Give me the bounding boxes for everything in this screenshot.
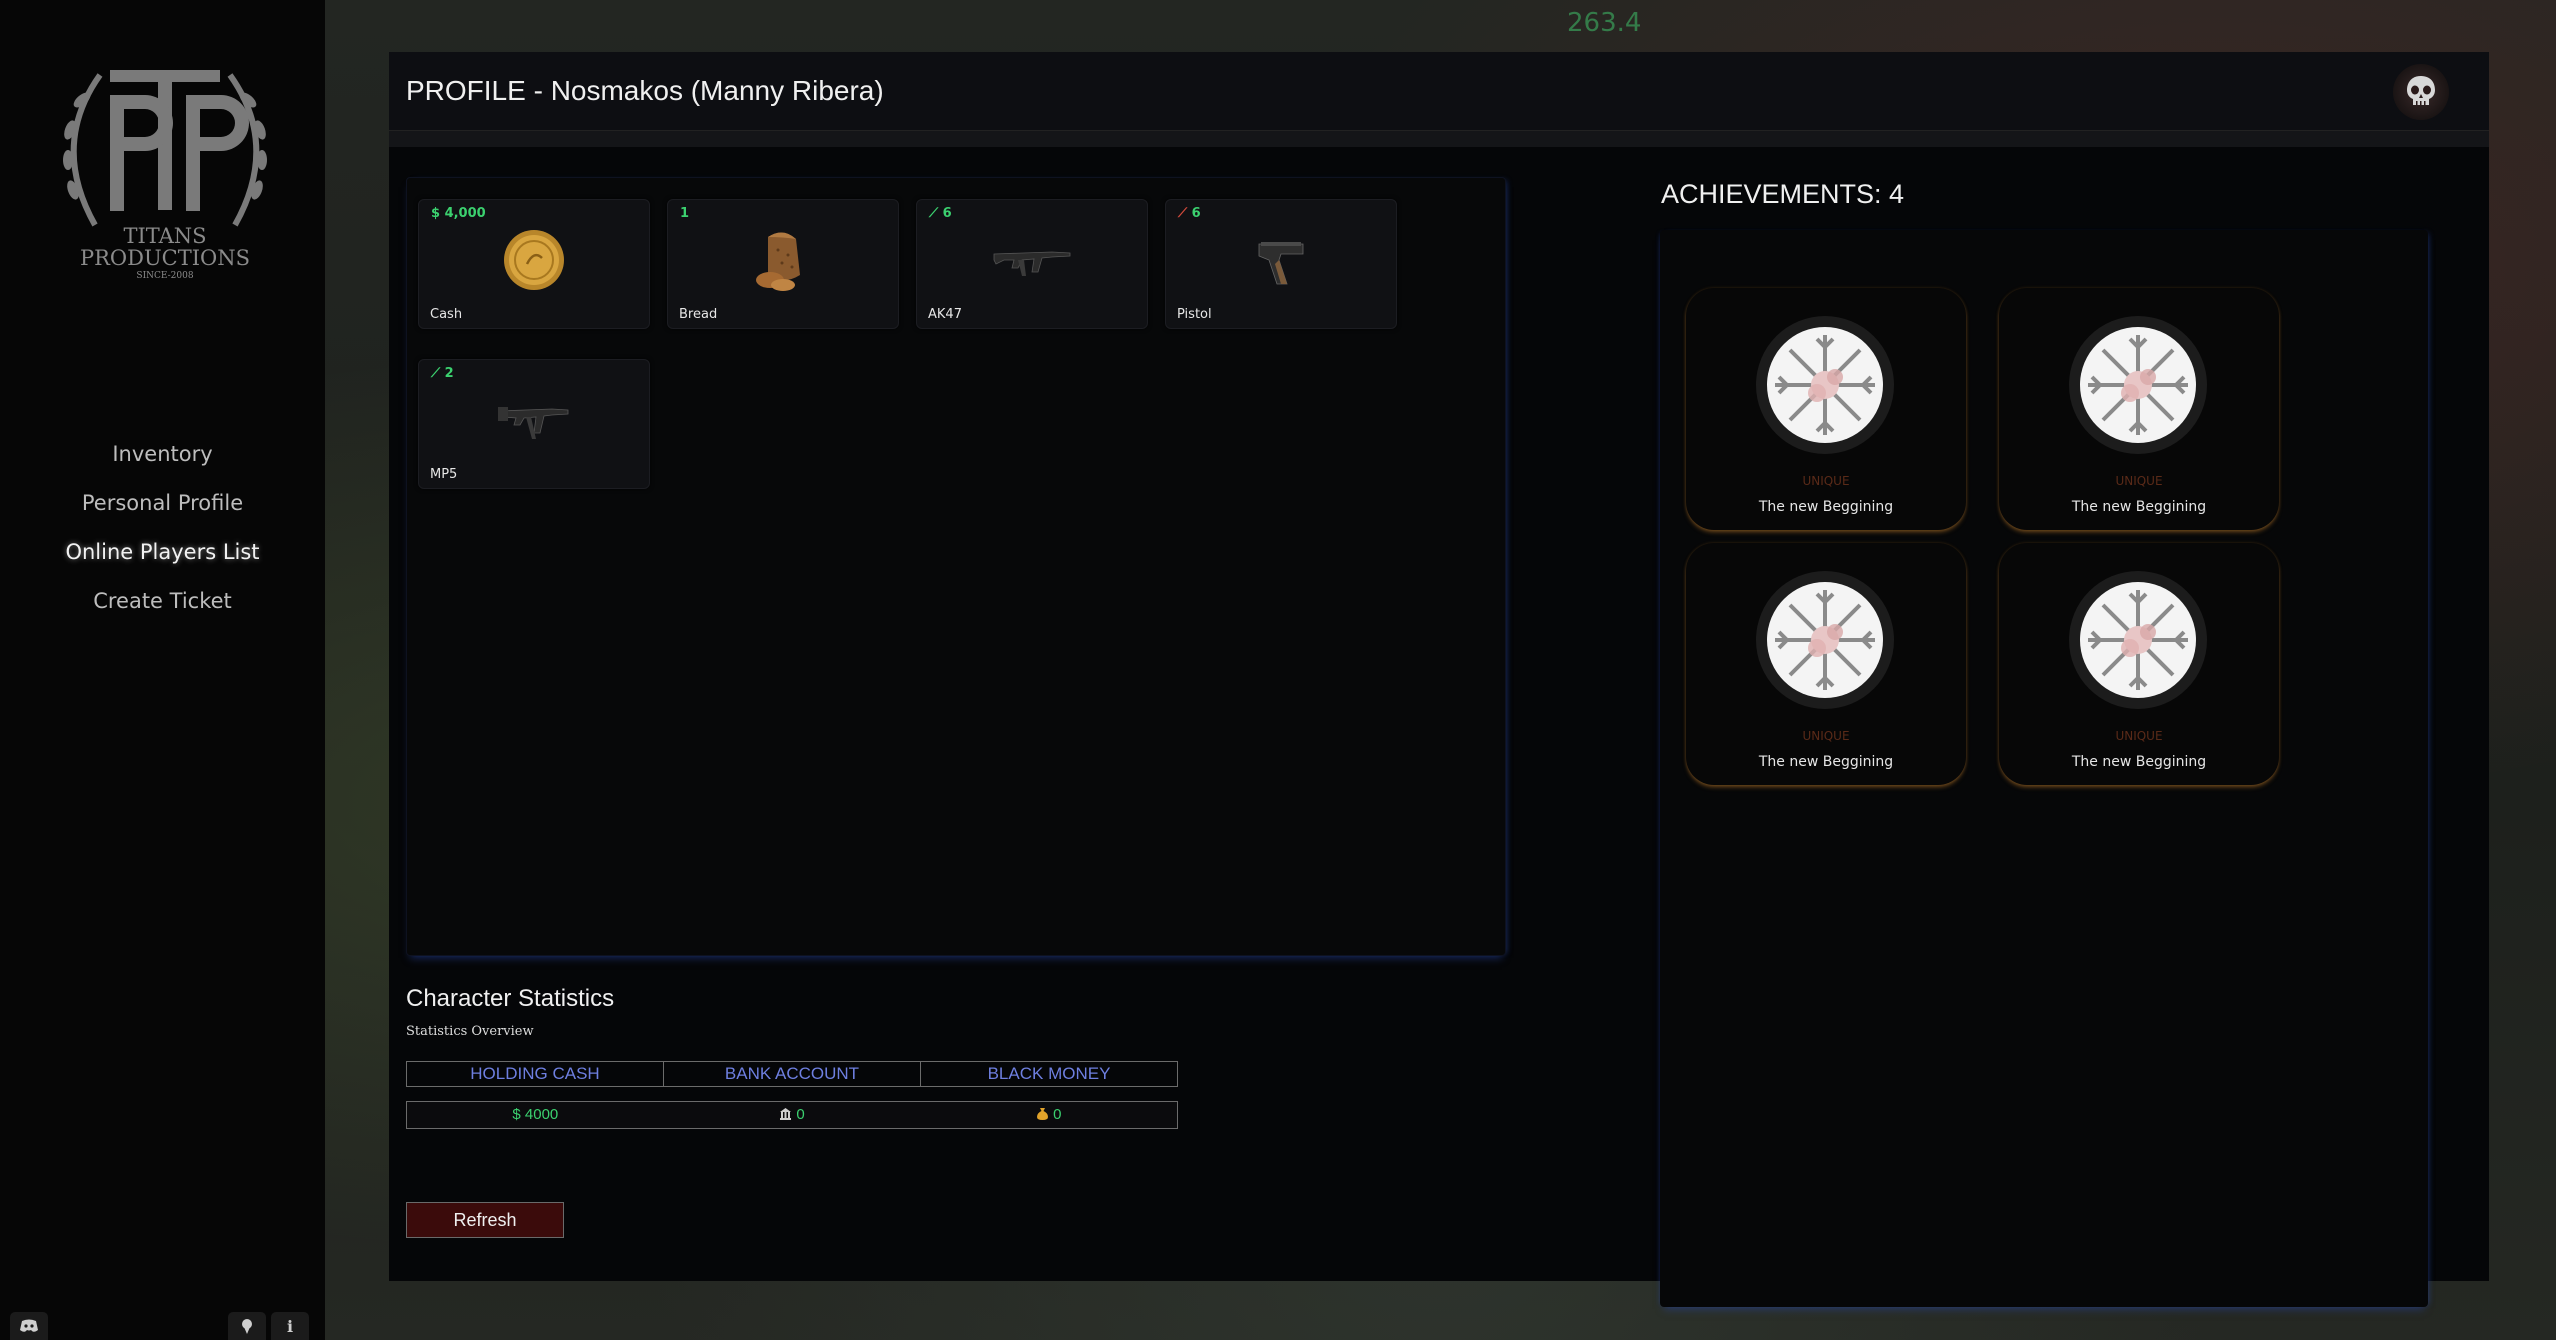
header-holding-cash: HOLDING CASH [407,1062,664,1086]
slot-count: ⟋ 6 [929,206,952,221]
sidebar-nav: Inventory Personal Profile Online Player… [0,430,325,626]
achievements-title: ACHIEVEMENTS: 4 [1661,179,1905,209]
achievement-name: The new Beggining [2071,754,2207,770]
sidebar-item-online-players-list[interactable]: Online Players List [0,528,325,577]
slot-count: ⟋ 6 [1178,206,1201,221]
achievement-compass-icon [1756,316,1894,454]
dollar-sign: $ [512,1106,521,1123]
inventory-slot-ak47[interactable]: ⟋ 6 AK47 [916,199,1148,329]
achievement-name: The new Beggining [2071,499,2207,515]
slot-count: ⟋ 2 [431,366,454,381]
discord-icon[interactable] [10,1312,48,1340]
achievement-rarity: UNIQUE [1802,729,1850,743]
achievement-name: The new Beggining [1758,499,1894,515]
panel-header: PROFILE - Nosmakos (Manny Ribera) [389,52,2489,131]
achievement-compass-icon [2069,316,2207,454]
rifle-icon [917,220,1147,300]
stats-value-row: $ 4000 0 0 [406,1101,1178,1129]
sidebar-item-create-ticket[interactable]: Create Ticket [0,577,325,626]
info-icon[interactable]: i [271,1312,309,1340]
slot-count: $ 4,000 [431,206,486,221]
stats-title: Character Statistics [406,985,615,1012]
achievement-card[interactable]: UNIQUE The new Beggining [1686,288,1966,530]
stats-header-row: HOLDING CASH BANK ACCOUNT BLACK MONEY [406,1061,1178,1087]
achievement-compass-icon [2069,571,2207,709]
refresh-button[interactable]: Refresh [406,1202,564,1238]
durability-mark: ⟋ [929,206,939,221]
achievement-compass-icon [1756,571,1894,709]
achievements-panel: UNIQUE The new Beggining UNIQUE The new … [1660,230,2428,1307]
bank-icon [779,1106,792,1123]
slot-count-value: 6 [942,206,952,221]
skull-icon[interactable] [2393,64,2449,120]
logo-text-productions: PRODUCTIONS [79,246,251,270]
sidebar-item-inventory[interactable]: Inventory [0,430,325,479]
sidebar-item-personal-profile[interactable]: Personal Profile [0,479,325,528]
hud-speed: 263.4 [1567,8,1642,38]
header-black-money: BLACK MONEY [987,1064,1111,1083]
header-divider [389,131,2489,147]
smg-icon [419,380,649,460]
bank-account-value: 0 [664,1102,921,1128]
slot-name: Bread [679,307,718,322]
inventory-slot-cash[interactable]: $ 4,000 Cash [418,199,650,329]
achievement-rarity: UNIQUE [1802,474,1850,488]
gold-coin-icon [419,220,649,300]
achievement-card[interactable]: UNIQUE The new Beggining [1999,543,2279,785]
achievement-card[interactable]: UNIQUE The new Beggining [1999,288,2279,530]
money-bag-icon [1036,1106,1049,1123]
stats-table: HOLDING CASH BANK ACCOUNT BLACK MONEY $ … [406,1061,1178,1129]
pistol-icon [1166,220,1396,300]
inventory-slot-pistol[interactable]: ⟋ 6 Pistol [1165,199,1397,329]
slot-name: MP5 [430,467,458,482]
achievement-name: The new Beggining [1758,754,1894,770]
stats-subtitle: Statistics Overview [406,1024,534,1039]
slot-count-value: 6 [1191,206,1201,221]
slot-name: Cash [430,307,463,322]
slot-count-value: 2 [444,366,454,381]
titans-productions-logo: TITANS PRODUCTIONS SINCE-2008 [40,55,290,295]
black-money-value: 0 [920,1102,1177,1128]
bread-icon [668,220,898,300]
logo-text-titans: TITANS [123,224,207,248]
page-title: PROFILE - Nosmakos (Manny Ribera) [406,75,884,106]
pin-icon[interactable] [228,1312,266,1340]
inventory-slot-mp5[interactable]: ⟋ 2 MP5 [418,359,650,489]
profile-panel: PROFILE - Nosmakos (Manny Ribera) $ 4,00… [389,52,2489,1307]
slot-name: Pistol [1177,307,1212,322]
durability-mark: ⟋ [431,366,441,381]
holding-cash-value: $ 4000 [512,1106,559,1123]
achievement-rarity: UNIQUE [2115,474,2163,488]
achievement-rarity: UNIQUE [2115,729,2163,743]
slot-name: AK47 [928,307,962,322]
sidebar: TITANS PRODUCTIONS SINCE-2008 Inventory … [0,0,325,1340]
achievement-card[interactable]: UNIQUE The new Beggining [1686,543,1966,785]
inventory-grid: $ 4,000 Cash 1 Bread ⟋ 6 AK47 ⟋ 6 Pistol… [406,177,1506,956]
inventory-slot-bread[interactable]: 1 Bread [667,199,899,329]
header-bank-account: BANK ACCOUNT [664,1062,921,1086]
slot-count: 1 [680,206,690,221]
durability-mark: ⟋ [1178,206,1188,221]
logo-text-since: SINCE-2008 [136,271,194,281]
